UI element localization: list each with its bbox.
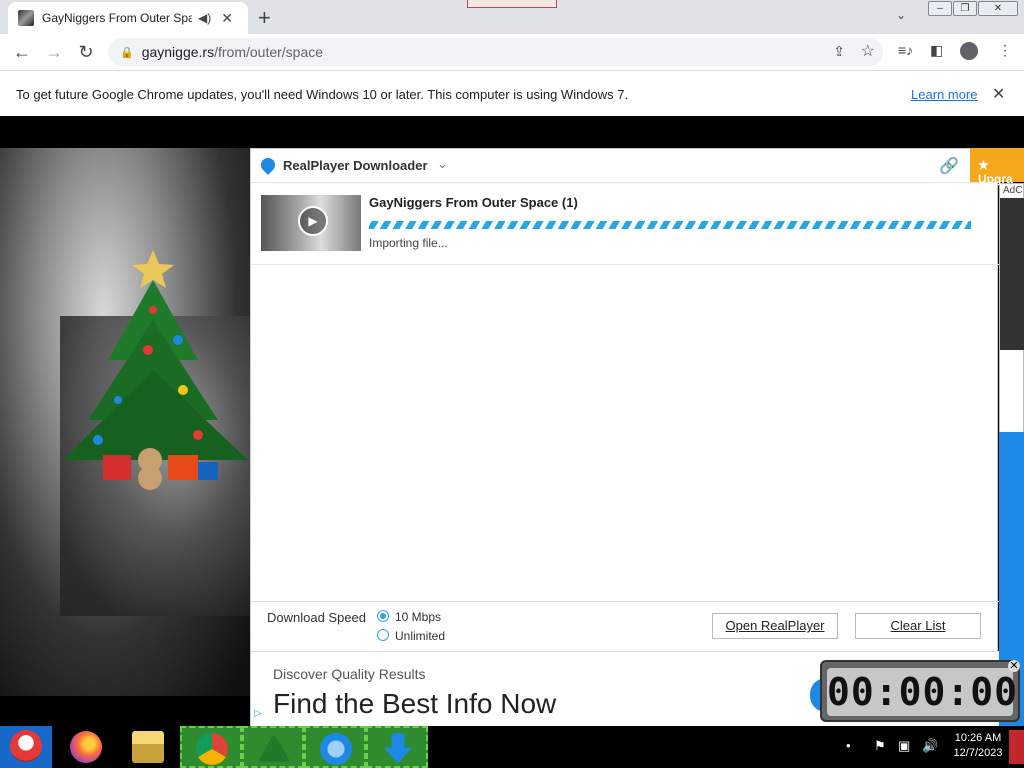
- taskbar-chrome[interactable]: [180, 726, 242, 768]
- share-icon[interactable]: ⇪: [833, 43, 845, 60]
- address-bar[interactable]: 🔒 gaynigge.rs/from/outer/space ⇪ ☆: [108, 38, 883, 66]
- christmas-tree-icon: [63, 250, 248, 490]
- download-title: GayNiggers From Outer Space (1): [369, 195, 578, 210]
- speed-unlimited-label[interactable]: Unlimited: [395, 629, 445, 643]
- restore-button[interactable]: ❐: [953, 1, 977, 16]
- bookmark-star-icon[interactable]: ☆: [861, 41, 875, 61]
- reload-icon[interactable]: ↻: [76, 42, 96, 63]
- update-infobar: To get future Google Chrome updates, you…: [0, 70, 1024, 116]
- realplayer-downloader-panel: RealPlayer Downloader ⌄ 🔗 ▶ GayNiggers F…: [250, 148, 999, 726]
- timer-close-icon[interactable]: ✕: [1008, 660, 1020, 672]
- taskbar-christmas-tree[interactable]: [242, 726, 304, 768]
- download-arrow-icon: [383, 733, 413, 764]
- menu-dots-icon[interactable]: ⋮: [998, 42, 1012, 59]
- speed-10mbps-label[interactable]: 10 Mbps: [395, 610, 441, 624]
- ad-headline[interactable]: Find the Best Info Now: [273, 688, 556, 720]
- download-status: Importing file...: [369, 236, 448, 250]
- ad-subtitle[interactable]: Discover Quality Results: [273, 666, 426, 682]
- infobar-close-icon[interactable]: ✕: [992, 84, 1005, 104]
- folder-icon: [132, 731, 164, 763]
- url-path: /from/outer/space: [214, 44, 324, 60]
- download-progress-bar: [369, 221, 971, 229]
- browser-toolbar: ← → ↻ 🔒 gaynigge.rs/from/outer/space ⇪ ☆: [0, 34, 1024, 70]
- profile-avatar[interactable]: [960, 42, 978, 60]
- minimize-button[interactable]: –: [928, 1, 952, 16]
- taskbar-realplayer-downloader[interactable]: [366, 726, 428, 768]
- rp-title[interactable]: RealPlayer Downloader: [283, 158, 428, 173]
- page-content: RealPlayer Downloader ⌄ 🔗 ▶ GayNiggers F…: [0, 116, 1024, 726]
- volume-icon[interactable]: 🔊: [922, 738, 938, 754]
- speed-10mbps-radio[interactable]: [377, 610, 389, 622]
- infobar-message: To get future Google Chrome updates, you…: [16, 87, 629, 102]
- action-center-flag-icon[interactable]: ⚑: [874, 738, 886, 754]
- download-list-item[interactable]: ▶ GayNiggers From Outer Space (1) Import…: [251, 185, 999, 265]
- side-ad-image: [1000, 198, 1024, 350]
- forward-arrow-icon[interactable]: →: [44, 42, 64, 63]
- play-icon[interactable]: ▶: [298, 206, 328, 236]
- chrome-icon: [196, 733, 228, 765]
- tab-favicon-icon: [18, 10, 34, 26]
- browser-tab[interactable]: GayNiggers From Outer Space ◀) ✕: [8, 2, 248, 34]
- link-icon[interactable]: 🔗: [939, 156, 959, 176]
- santa-start-icon: [10, 730, 42, 762]
- open-realplayer-button[interactable]: Open RealPlayer: [712, 613, 838, 639]
- tab-strip: GayNiggers From Outer Space ◀) ✕ + ⌄ – ❐…: [0, 0, 1024, 34]
- url-host: gaynigge.rs: [141, 44, 215, 60]
- dropped-tab-ghost: [467, 0, 557, 8]
- tab-title: GayNiggers From Outer Space: [42, 11, 192, 25]
- timer-display: 00:00:00: [827, 668, 1019, 716]
- side-ad-label: AdC: [1003, 185, 1023, 196]
- side-ad-frame[interactable]: AdC: [999, 183, 1024, 433]
- firefox-icon: [70, 731, 102, 763]
- tab-search-chevron-icon[interactable]: ⌄: [896, 8, 906, 22]
- video-thumbnail[interactable]: ▶: [261, 195, 361, 251]
- lock-icon[interactable]: 🔒: [120, 46, 134, 59]
- rp-footer: Download Speed 10 Mbps Unlimited Open Re…: [251, 601, 999, 651]
- taskbar-app-blue[interactable]: [304, 726, 366, 768]
- realplayer-logo-icon: [258, 155, 278, 175]
- back-arrow-icon[interactable]: ←: [12, 42, 32, 63]
- blue-app-icon: [320, 733, 352, 765]
- taskbar-explorer[interactable]: [118, 726, 180, 768]
- tray-dot-icon[interactable]: •: [846, 738, 851, 753]
- show-desktop-button[interactable]: [1009, 730, 1024, 764]
- speed-unlimited-radio[interactable]: [377, 629, 389, 641]
- clock-time[interactable]: 10:26 AM: [948, 732, 1008, 744]
- media-queue-icon[interactable]: ≡♪: [898, 42, 913, 58]
- learn-more-link[interactable]: Learn more: [911, 87, 977, 102]
- adchoices-icon[interactable]: ▷: [254, 708, 262, 719]
- close-window-button[interactable]: ✕: [978, 1, 1018, 16]
- new-tab-icon[interactable]: +: [258, 5, 271, 31]
- clock-date[interactable]: 12/7/2023: [948, 747, 1008, 759]
- audio-playing-icon[interactable]: ◀): [198, 11, 211, 25]
- tree-icon: [258, 733, 290, 762]
- tab-close-icon[interactable]: ✕: [221, 10, 233, 27]
- clear-list-button[interactable]: Clear List: [855, 613, 981, 639]
- taskbar: • ⚑ ▣ 🔊 10:26 AM 12/7/2023: [0, 726, 1024, 768]
- side-panel-icon[interactable]: ◧: [930, 42, 943, 59]
- rp-header: RealPlayer Downloader ⌄ 🔗: [251, 149, 999, 183]
- download-speed-label: Download Speed: [267, 610, 367, 625]
- start-button[interactable]: [0, 726, 52, 768]
- upgrade-button[interactable]: ★ Upgra: [970, 148, 1024, 186]
- countdown-timer-gadget[interactable]: 00:00:00 ✕: [820, 660, 1020, 722]
- tray-app-icon[interactable]: ▣: [898, 738, 910, 754]
- taskbar-firefox[interactable]: [56, 726, 118, 768]
- chevron-down-icon[interactable]: ⌄: [437, 156, 448, 172]
